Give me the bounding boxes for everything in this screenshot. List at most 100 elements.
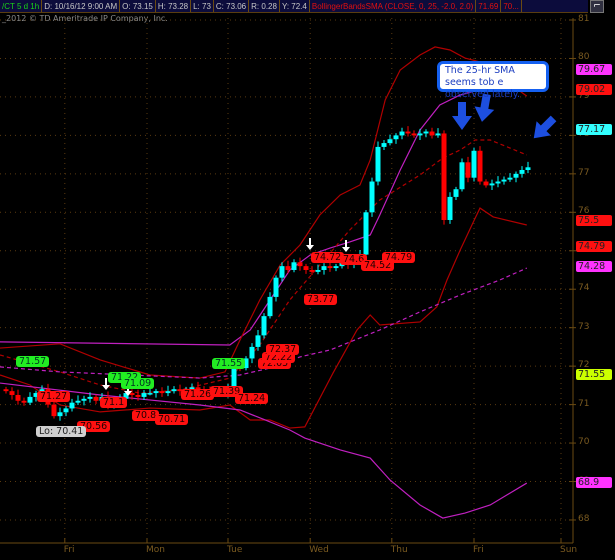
candle xyxy=(273,277,279,297)
price-label: 71.27 xyxy=(37,391,71,402)
y-tick-label: 74 xyxy=(578,283,590,294)
candle xyxy=(159,391,165,394)
candle xyxy=(147,393,153,395)
axis-tag-last-price: 77.17 xyxy=(576,124,612,135)
candle xyxy=(405,131,411,134)
candle xyxy=(27,396,33,403)
candle xyxy=(297,262,303,267)
candle xyxy=(267,296,273,317)
candle xyxy=(141,393,147,397)
candle xyxy=(255,335,261,347)
candle xyxy=(519,169,525,174)
candle xyxy=(399,131,405,136)
candle xyxy=(303,266,309,270)
candle xyxy=(129,393,135,395)
price-label: 71.24 xyxy=(235,393,269,404)
y-tick-label: 71 xyxy=(578,398,590,409)
down-arrow-icon xyxy=(306,238,314,250)
candle xyxy=(459,162,465,190)
blue-arrow-icon xyxy=(452,102,472,130)
candle xyxy=(333,266,339,269)
annotation-callout: The 25-hr SMA seems tob e observed latel… xyxy=(437,61,549,100)
candle xyxy=(327,266,333,269)
y-tick-label: 73 xyxy=(578,321,590,332)
candle xyxy=(489,183,495,186)
axis-tag: 79.02 xyxy=(576,84,612,95)
candle xyxy=(9,391,15,395)
x-tick-label: Thu xyxy=(390,545,408,555)
price-label: 74.79 xyxy=(382,252,416,263)
candle xyxy=(453,189,459,197)
candle xyxy=(429,131,435,136)
candle xyxy=(441,133,447,220)
candle xyxy=(135,394,141,397)
candle xyxy=(57,412,63,417)
candle xyxy=(435,133,441,136)
price-label: 71.09 xyxy=(121,378,155,389)
candle xyxy=(69,402,75,409)
candle xyxy=(291,262,297,270)
candle xyxy=(87,396,93,399)
price-label: 73.77 xyxy=(304,294,338,305)
candle xyxy=(309,269,315,272)
candle xyxy=(471,150,477,178)
x-tick-label: Mon xyxy=(146,545,165,555)
price-label: 71.55 xyxy=(212,358,246,369)
candle xyxy=(21,400,27,403)
x-tick-label: Tue xyxy=(227,545,243,555)
candle xyxy=(51,404,57,417)
candle xyxy=(279,266,285,278)
candle xyxy=(411,133,417,136)
low-label: Lo: 70.41 xyxy=(36,426,87,437)
axis-tag: 79.67 xyxy=(576,64,612,75)
candle xyxy=(63,408,69,413)
y-tick-label: 70 xyxy=(578,437,590,448)
candle xyxy=(153,391,159,394)
axis-tag: 74.79 xyxy=(576,241,612,252)
candle xyxy=(171,389,177,392)
candle xyxy=(261,316,267,336)
price-label: 70.71 xyxy=(155,414,189,425)
y-tick-label: 68 xyxy=(578,513,590,524)
candle xyxy=(483,181,489,186)
axis-tag: 68.9 xyxy=(576,477,612,488)
candle xyxy=(165,391,171,394)
candle xyxy=(447,196,453,220)
candle xyxy=(375,146,381,182)
candle xyxy=(501,179,507,182)
y-tick-label: 81 xyxy=(578,14,590,24)
candle xyxy=(315,269,321,272)
x-tick-label: Sun xyxy=(560,545,578,555)
axis-tag: 71.55 xyxy=(576,369,612,380)
candle xyxy=(285,266,291,270)
x-tick-label: Wed xyxy=(309,545,329,555)
x-tick-label: Fri xyxy=(473,545,484,555)
candle xyxy=(93,396,99,401)
price-label: 71.57 xyxy=(16,356,50,367)
candle xyxy=(15,394,21,401)
candle xyxy=(3,389,9,392)
candle xyxy=(477,150,483,182)
price-label: 71.1 xyxy=(100,397,128,408)
candle xyxy=(369,181,375,213)
candle xyxy=(81,398,87,401)
candle xyxy=(513,173,519,178)
price-label: 72.37 xyxy=(266,344,300,355)
candle xyxy=(507,177,513,180)
blue-arrow-icon xyxy=(533,115,557,139)
candle xyxy=(465,162,471,178)
candle xyxy=(417,133,423,136)
candle xyxy=(387,139,393,144)
candle xyxy=(423,131,429,134)
y-tick-label: 80 xyxy=(578,52,590,63)
candle xyxy=(495,181,501,184)
candle xyxy=(75,400,81,403)
candle xyxy=(321,266,327,270)
candle xyxy=(363,212,369,255)
axis-tag: 75.5 xyxy=(576,215,612,226)
candle xyxy=(393,135,399,140)
candle xyxy=(249,346,255,359)
axis-tag: 74.28 xyxy=(576,261,612,272)
x-tick-label: Fri xyxy=(63,545,75,555)
candle xyxy=(381,143,387,147)
